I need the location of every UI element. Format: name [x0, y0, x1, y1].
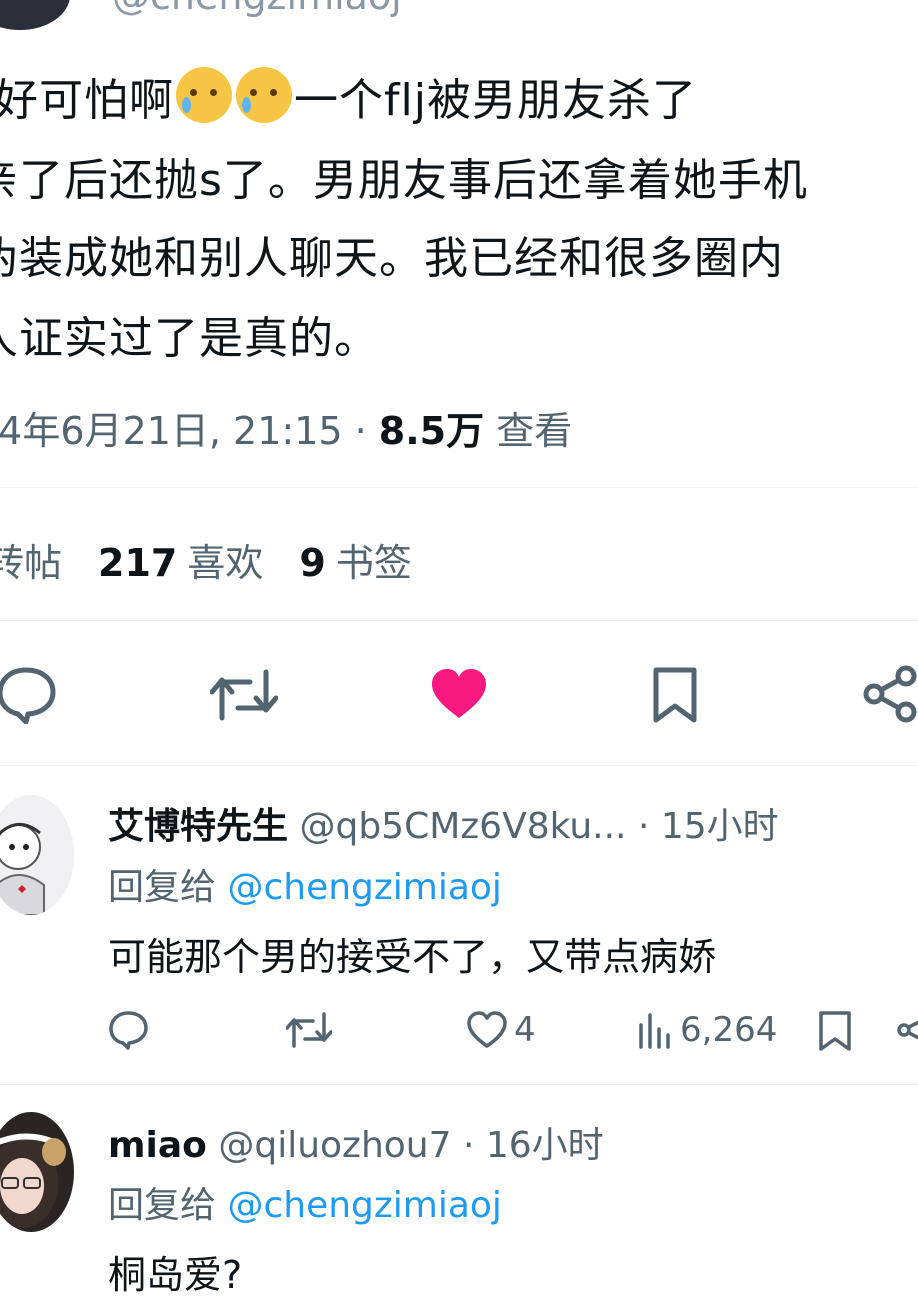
- retweet-button[interactable]: [286, 1012, 332, 1048]
- heart-filled-icon[interactable]: [430, 668, 488, 720]
- bookmark-icon: [819, 1011, 851, 1051]
- author-handle[interactable]: @chengzimiaoj: [112, 0, 402, 18]
- avatar[interactable]: [0, 1112, 74, 1232]
- reply-icon: [109, 1011, 148, 1050]
- avatar-image: [0, 1112, 74, 1232]
- heart-icon: [467, 1011, 507, 1048]
- view-count: 8.5万: [378, 409, 485, 453]
- reply-button[interactable]: [108, 1010, 150, 1050]
- crying-face-emoji: [236, 67, 292, 123]
- reply-icon[interactable]: [0, 664, 58, 724]
- share-icon: [897, 1020, 918, 1040]
- retweet-icon: [286, 1012, 332, 1048]
- views-label: 查看: [484, 409, 573, 453]
- like-count: 4: [514, 1010, 536, 1050]
- retweets-label[interactable]: 转帖: [0, 541, 62, 585]
- likes-count[interactable]: 217: [98, 541, 177, 585]
- divider: [0, 1084, 918, 1085]
- crying-face-emoji: [176, 67, 232, 123]
- tweet-time[interactable]: 24年6月21日, 21:15 ·: [0, 409, 379, 453]
- share-button[interactable]: [896, 1010, 918, 1050]
- reply-author-handle[interactable]: @qiluozhou7: [218, 1125, 451, 1166]
- likes-label[interactable]: 喜欢: [187, 541, 263, 585]
- tweet-meta: 24年6月21日, 21:15 · 8.5万 查看: [0, 400, 572, 455]
- divider: [0, 620, 918, 621]
- divider: [0, 487, 918, 488]
- views-button[interactable]: 6,264: [636, 1010, 777, 1050]
- avatar-image: [0, 795, 74, 915]
- reply-author: miao @qiluozhou7 · 16小时: [108, 1116, 604, 1168]
- share-icon[interactable]: [862, 664, 918, 724]
- retweet-icon[interactable]: [210, 668, 278, 722]
- reply-time[interactable]: · 16小时: [452, 1125, 604, 1166]
- tweet-stats: 转帖 217 喜欢 9 书签: [0, 532, 412, 587]
- view-count: 6,264: [680, 1010, 778, 1050]
- reply-to-label: 回复给: [108, 1185, 228, 1226]
- tweet-text-line-1: 好可怕啊 一个flj被男朋友杀了: [0, 64, 697, 128]
- bookmarks-label[interactable]: 书签: [336, 541, 412, 585]
- like-button[interactable]: 4: [466, 1010, 536, 1050]
- reply-to-label: 回复给: [108, 867, 228, 908]
- avatar[interactable]: [0, 0, 70, 30]
- bookmark-button[interactable]: [818, 1010, 852, 1052]
- bookmarks-count[interactable]: 9: [299, 541, 325, 585]
- reply-author-handle[interactable]: @qb5CMz6V8ku...: [299, 806, 626, 847]
- bookmark-icon[interactable]: [652, 666, 698, 724]
- reply-author: 艾博特先生 @qb5CMz6V8ku... · 15小时: [108, 797, 779, 849]
- reply-author-name[interactable]: 艾博特先生: [108, 806, 288, 847]
- tweet-text-line-4: 人证实过了是真的。: [0, 313, 379, 364]
- reply-text: 可能那个男的接受不了，又带点病娇: [108, 935, 717, 979]
- tweet-text-line-2: 亲了后还抛s了。男朋友事后还拿着她手机: [0, 155, 808, 206]
- reply-time[interactable]: · 15小时: [627, 806, 779, 847]
- reply-to: 回复给 @chengzimiaoj: [108, 858, 502, 910]
- reply-to-handle[interactable]: @chengzimiaoj: [227, 867, 501, 908]
- reply-to: 回复给 @chengzimiaoj: [108, 1176, 502, 1228]
- tweet-text: 好可怕啊: [0, 75, 174, 126]
- analytics-icon: [639, 1013, 670, 1049]
- reply-author-name[interactable]: miao: [108, 1125, 207, 1166]
- divider: [0, 765, 918, 766]
- tweet-text: 一个flj被男朋友杀了: [294, 75, 697, 126]
- reply-text: 桐岛爱?: [108, 1253, 243, 1297]
- avatar[interactable]: [0, 795, 74, 915]
- tweet-text-line-3: 伪装成她和别人聊天。我已经和很多圈内: [0, 233, 784, 284]
- reply-to-handle[interactable]: @chengzimiaoj: [227, 1185, 501, 1226]
